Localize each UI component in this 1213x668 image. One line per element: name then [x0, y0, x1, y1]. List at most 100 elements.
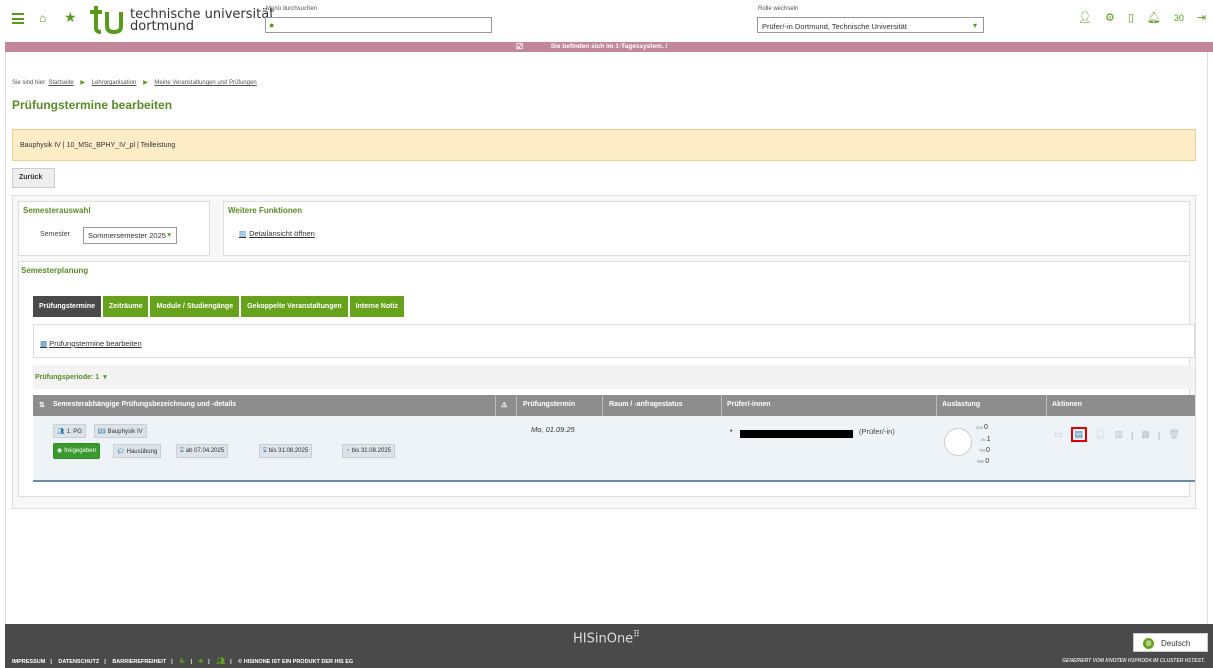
capacity-zuv-value: 0 — [984, 424, 988, 431]
bell-icon[interactable]: 🔔︎ — [1147, 11, 1161, 24]
people-icon[interactable]: 👥︎ — [216, 658, 225, 665]
logout-icon[interactable]: ⇥ — [1197, 11, 1206, 24]
graduation-cap-icon: 🎓︎ — [117, 449, 125, 455]
examiner-bullet: • — [730, 428, 733, 435]
notification-count[interactable]: 30 — [1174, 13, 1184, 23]
period-text: Prüfungsperiode: 1 — [35, 374, 100, 381]
tree-icon[interactable]: ♣ — [199, 658, 204, 665]
functions-box: Weitere Funktionen ▤ Detailansicht öffnen — [223, 201, 1190, 256]
eye-icon: ◉ — [57, 448, 63, 454]
clipboard-icon[interactable]: ▯ — [1128, 11, 1134, 24]
clock-icon: ◔ — [346, 448, 350, 454]
checkbox-icon: ☑ — [516, 42, 524, 51]
home-icon[interactable]: ⌂ — [39, 11, 46, 25]
edit-exam-dates-link[interactable]: ▦ Prüfungstermine bearbeiten — [40, 339, 142, 348]
planning-box: Semesterplanung Prüfungstermine Zeiträum… — [18, 261, 1195, 497]
tu-logo[interactable] — [88, 4, 124, 36]
language-button[interactable]: ◍ Deutsch — [1133, 633, 1208, 652]
breadcrumb-home[interactable]: Startseite — [48, 80, 73, 86]
type-text: Hausübung — [126, 449, 158, 455]
person-icon[interactable]: 👤︎ — [1095, 429, 1106, 440]
privacy-link[interactable]: DATENSCHUTZ — [58, 659, 99, 665]
capacity-tn-label: TN — [979, 448, 985, 453]
col-examiners: Prüfer/-innen — [727, 401, 771, 408]
accessibility-icon[interactable]: ♿︎ — [179, 658, 185, 665]
tab-internal-note[interactable]: Interne Notiz — [349, 296, 405, 317]
document-icon[interactable]: ▤ — [1070, 427, 1088, 442]
deadline-text: bis 31.08.2025 — [351, 448, 391, 454]
exam-period[interactable]: Prüfungsperiode: 1 ▾ — [33, 365, 1195, 389]
imprint-link[interactable]: IMPRESSUM — [12, 659, 45, 665]
table-view-icon[interactable]: ▭ — [1054, 429, 1063, 440]
page-title: Prüfungstermine bearbeiten — [12, 98, 173, 112]
tab-linked-courses[interactable]: Gekoppelte Veranstaltungen — [241, 296, 348, 317]
back-button[interactable]: Zurück — [12, 168, 55, 188]
planning-tabs: Prüfungstermine Zeiträume Module / Studi… — [33, 296, 405, 317]
hourglass-icon: ⌛︎ — [180, 448, 184, 454]
end-badge: ⌛︎ bis 31.08.2025 — [259, 444, 313, 458]
start-text: ab 07.04.2025 — [185, 448, 225, 454]
col-separator — [1046, 395, 1047, 416]
book-icon: 📖︎ — [98, 429, 106, 435]
calendar-action-icon[interactable]: ▦ — [1141, 429, 1150, 440]
course-badge: 📖︎ Bauphysik IV — [94, 424, 147, 438]
detail-link-label: Detailansicht öffnen — [249, 229, 315, 238]
col-exam-date: Prüfungstermin — [523, 401, 576, 408]
capacity-zu: zu1 — [981, 436, 991, 443]
building-icon[interactable]: ▥ — [1114, 429, 1123, 440]
pg-text: 1. PG — [66, 429, 82, 435]
footer-logo-text: HISinOne — [573, 631, 634, 647]
accessibility-link[interactable]: BARRIEREFREIHEIT — [112, 659, 166, 665]
footer-separator: | — [50, 659, 52, 665]
globe-icon: ◍ — [1143, 638, 1154, 649]
detail-view-link[interactable]: ▤ Detailansicht öffnen — [239, 229, 315, 238]
user-icon[interactable]: 👤︎ — [1078, 11, 1092, 24]
search-icon: ● — [269, 20, 275, 30]
trash-icon[interactable]: 🗑︎ — [1168, 429, 1179, 440]
semester-select[interactable]: Sommersemester 2025 ▾ — [83, 227, 177, 244]
star-icon[interactable]: ★ — [64, 9, 77, 26]
product-text: © HISINONE IST EIN PRODUKT DER HIS EG — [238, 659, 354, 665]
status-text: freigegeben — [64, 448, 96, 454]
breadcrumb-sep-icon: ▶ — [143, 80, 148, 86]
footer-links: IMPRESSUM | DATENSCHUTZ | BARRIEREFREIHEIT… — [12, 657, 353, 665]
planning-title: Semesterplanung — [21, 266, 89, 275]
role-select[interactable]: Prüfer/-in Dortmund, Technische Universi… — [757, 17, 984, 33]
breadcrumb-sep-icon: ▶ — [80, 80, 86, 86]
capacity-we: WE0 — [977, 458, 989, 465]
status-badge: ◉ freigegeben — [53, 443, 100, 459]
role-value: Prüfer/-in Dortmund, Technische Universi… — [762, 22, 907, 31]
capacity-we-value: 0 — [985, 458, 990, 465]
deadline-badge: ◔ bis 31.08.2025 — [342, 444, 395, 458]
semester-label: Semester — [40, 231, 70, 238]
detail-icon: ▤ — [239, 229, 247, 238]
logo-dots-icon: ⠿ — [633, 630, 640, 640]
chevron-down-icon: ▾ — [167, 230, 171, 239]
top-bar: ⌂ ★ technische universität dortmund Menü… — [0, 0, 1213, 42]
tab-periods[interactable]: Zeiträume — [103, 296, 149, 317]
footer-separator: | — [190, 659, 192, 665]
breadcrumb-teaching[interactable]: Lehrorganisation — [92, 80, 137, 86]
system-notice: ☑ Sie befinden sich im 1-Tagessystem. / — [5, 42, 1213, 52]
search-input[interactable]: ● — [265, 17, 492, 33]
university-line2: dortmund — [130, 19, 195, 34]
footer-separator: | — [208, 659, 210, 665]
breadcrumb-my-courses[interactable]: Meine Veranstaltungen und Prüfungen — [154, 80, 256, 86]
tab-content: ▦ Prüfungstermine bearbeiten — [33, 324, 1195, 358]
capacity-zu-value: 1 — [986, 436, 991, 443]
tab-modules[interactable]: Module / Studiengänge — [150, 296, 240, 317]
action-separator: | — [1130, 429, 1134, 440]
capacity-ring — [944, 428, 972, 456]
pg-badge: 👥︎ 1. PG — [53, 424, 86, 438]
col-room: Raum / -anfragestatus — [609, 401, 683, 408]
gear-icon[interactable]: ⚙ — [1105, 11, 1115, 24]
hourglass-icon: ⌛︎ — [263, 448, 267, 454]
menu-icon[interactable] — [12, 13, 24, 24]
sort-icon[interactable]: ⇅ — [39, 401, 45, 409]
info-bar: Bauphysik IV | 10_MSc_BPHY_IV_pl | Teill… — [12, 129, 1196, 161]
edit-link-label: Prüfungstermine bearbeiten — [49, 339, 142, 348]
table-row: 👥︎ 1. PG 📖︎ Bauphysik IV ◉ freigegeben 🎓︎ Ha… — [33, 416, 1195, 482]
language-label: Deutsch — [1161, 639, 1191, 648]
examiner-name-redacted — [740, 430, 853, 438]
tab-exam-dates[interactable]: Prüfungstermine — [33, 296, 102, 317]
